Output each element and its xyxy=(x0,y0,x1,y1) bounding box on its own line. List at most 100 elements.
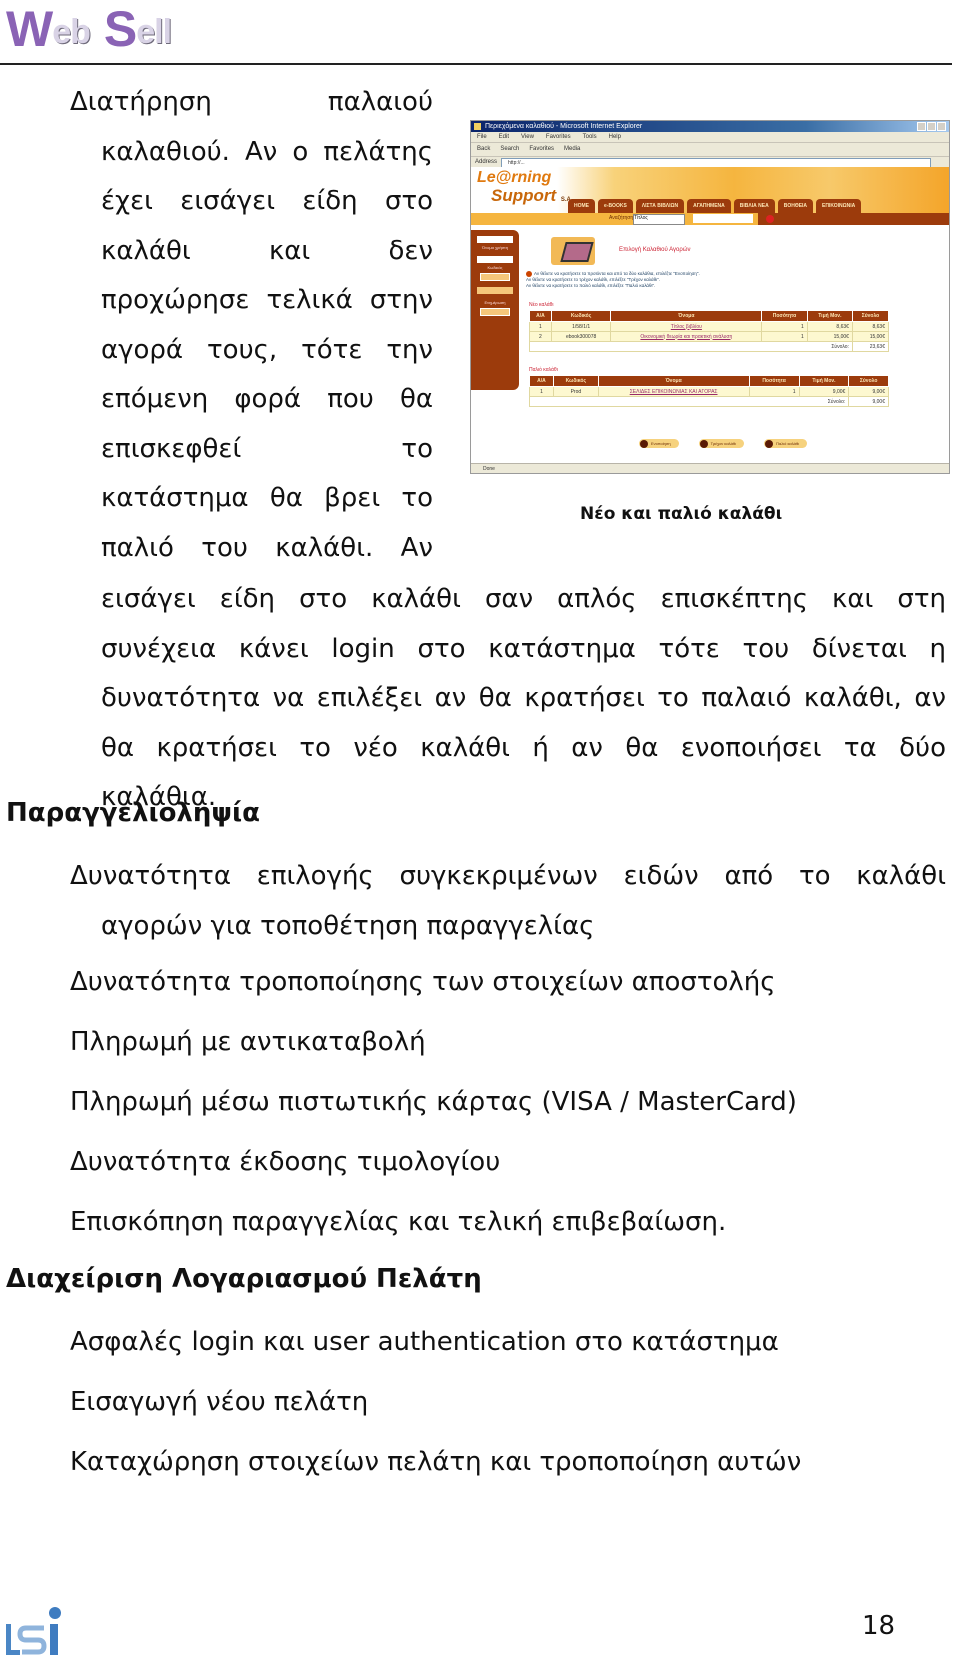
table-total-row: Σύνολο: 23,63€ xyxy=(529,341,890,352)
cart-screenshot-figure: Περιεχόμενα καλαθιού - Microsoft Interne… xyxy=(470,120,950,474)
paragraph-line: συνέχεια κάνει login στο κατάστημα τότε … xyxy=(101,633,946,664)
table-header-row: Α/Α Κωδικός Όνομα Ποσότητα Τιμή Μον. Σύν… xyxy=(529,375,889,387)
column-header: Κωδικός xyxy=(552,375,599,387)
isi-logo-dot xyxy=(49,1607,61,1619)
column-header: Όνομα xyxy=(597,375,750,387)
list-item: Καταχώρηση στοιχείων πελάτη και τροποποί… xyxy=(70,1447,802,1477)
new-cart-label: Νέο καλάθι xyxy=(529,302,554,308)
total-value: 9,00€ xyxy=(848,396,889,407)
table-cell: 1 xyxy=(761,321,808,332)
toolbar-back: Back xyxy=(477,146,491,152)
toolbar-favorites: Favorites xyxy=(529,146,555,152)
site-logo-word: Support xyxy=(491,186,557,205)
list-item: Εισαγωγή νέου πελάτη xyxy=(70,1387,369,1417)
column-header: Σύνολο xyxy=(851,310,890,322)
site-nav-item: ΒΟΗΘΕΙΑ xyxy=(777,199,814,213)
table-header-row: Α/Α Κωδικός Όνομα Ποσότητα Τιμή Μον. Σύν… xyxy=(529,310,890,322)
list-item: Πληρωμή με αντικαταβολή xyxy=(70,1027,426,1057)
old-cart-label: Παλιό καλάθι xyxy=(529,367,558,373)
cart-info-text: Αν θέλετε να κρατήσετε τα προϊόντα και α… xyxy=(526,271,700,289)
column-header: Κωδικός xyxy=(550,310,612,322)
list-item: Δυνατότητα επιλογής συγκεκριμένων ειδών … xyxy=(70,852,946,951)
paragraph-line: επισκεφθεί το xyxy=(101,433,433,464)
site-logo-line1: Le@rning xyxy=(477,169,552,186)
browser-title-bar: Περιεχόμενα καλαθιού - Microsoft Interne… xyxy=(471,121,949,132)
username-label: Όνομα χρήστη xyxy=(482,245,508,250)
column-header: Τιμή Μον. xyxy=(798,375,850,387)
list-item-text: Δυνατότητα επιλογής συγκεκριμένων ειδών … xyxy=(70,861,946,891)
logo-text-ell: ell xyxy=(136,13,172,51)
toolbar-media: Media xyxy=(564,146,581,152)
isi-logo xyxy=(6,1607,61,1655)
new-user-button xyxy=(477,287,513,294)
isi-logo-l-base xyxy=(6,1650,20,1655)
merge-carts-button: Ενοποίηση xyxy=(639,439,679,448)
table-row: 2 ebook300078 Οικονομική θεωρία και πρακ… xyxy=(529,331,890,342)
menu-favorites: Favorites xyxy=(545,134,571,140)
paragraph-line: καλαθιού. Αν ο πελάτης xyxy=(101,136,433,167)
list-item: Πληρωμή μέσω πιστωτικής κάρτας (VISA / M… xyxy=(70,1087,797,1117)
new-cart-table: Α/Α Κωδικός Όνομα Ποσότητα Τιμή Μον. Σύν… xyxy=(529,310,890,352)
old-cart-table: Α/Α Κωδικός Όνομα Ποσότητα Τιμή Μον. Σύν… xyxy=(528,375,889,407)
table-cell: 8,63€ xyxy=(851,321,890,332)
paragraph-line: επόμενη φορά που θα xyxy=(101,384,433,414)
search-label: Αναζήτηση: xyxy=(609,215,635,221)
figure-caption: Νέο και παλιό καλάθι xyxy=(580,504,783,524)
column-header: Τιμή Μον. xyxy=(806,310,853,322)
site-login-sidebar: Όνομα χρήστη Κωδικός Ενημέρωση xyxy=(471,230,519,390)
info-line: Αν θέλετε να κρατήσετε τα προϊόντα και α… xyxy=(534,271,700,277)
password-field xyxy=(477,256,513,263)
table-cell: 1/58/1/1 xyxy=(550,321,612,332)
table-cell: 1 xyxy=(761,331,808,342)
table-row: 1 Prod ΣΕΛΙΔΕΣ ΕΠΙΚΟΙΝΩΝΙΑΣ ΚΑΙ ΑΓΟΡΑΣ 1… xyxy=(529,386,889,397)
product-link: Οικονομική θεωρία και πρακτική ανάλυση xyxy=(610,331,763,342)
header-divider xyxy=(0,63,952,65)
table-cell: 8,63€ xyxy=(806,321,853,332)
browser-toolbar: Back Search Favorites Media xyxy=(471,143,949,157)
column-header: Α/Α xyxy=(529,375,554,387)
site-nav-item: e-BOOKS xyxy=(598,199,633,213)
paragraph-line: δυνατότητα να επιλέξει αν θα κρατήσει το… xyxy=(101,683,946,713)
paragraph-line: έχει εισάγει είδη στο xyxy=(101,186,433,216)
info-line: Αν θέλετε να κρατήσετε το παλιό καλάθι, … xyxy=(526,283,656,289)
search-input xyxy=(693,214,753,223)
paragraph-line: θα κρατήσει το νέο καλάθι ή αν θα ενοποι… xyxy=(101,732,946,763)
menu-file: File xyxy=(477,134,487,140)
browser-status-bar: Done xyxy=(471,463,949,473)
site-banner: Le@rning Support S.A. HOME e-BOOKS ΛΙΣΤΑ… xyxy=(471,167,949,213)
window-title: Περιεχόμενα καλαθιού - Microsoft Interne… xyxy=(485,123,643,130)
list-item: Επισκόπηση παραγγελίας και τελική επιβεβ… xyxy=(70,1207,727,1237)
maximize-icon xyxy=(927,122,936,131)
sidebar-action-button xyxy=(480,308,510,316)
site-content: Le@rning Support S.A. HOME e-BOOKS ΛΙΣΤΑ… xyxy=(471,167,949,463)
site-nav-item: ΒΙΒΛΙΑ ΝΕΑ xyxy=(733,199,775,213)
paragraph-line: προχώρησε τελικά στην xyxy=(101,285,433,315)
cart-page-title: Επιλογή Καλαθιού Αγορών xyxy=(619,247,691,253)
paragraph-line: Διατήρηση παλαιού xyxy=(70,87,433,117)
page-number: 18 xyxy=(862,1611,896,1641)
column-header: Ποσότητα xyxy=(761,310,808,322)
menu-tools: Tools xyxy=(582,134,597,140)
sidebar-info-label: Ενημέρωση xyxy=(484,300,506,305)
websell-logo: W eb S ell xyxy=(6,0,172,57)
table-cell: 9,00€ xyxy=(848,386,889,397)
column-header: Α/Α xyxy=(529,310,552,322)
logo-letter-s: S xyxy=(103,1,137,57)
cart-retention-paragraph: Διατήρηση παλαιού καλαθιού. Αν ο πελάτης… xyxy=(70,78,433,573)
paragraph-line: καλάθι και δεν xyxy=(101,235,433,266)
product-link: Τίτλος βιβλίου xyxy=(610,321,763,332)
table-cell: 2 xyxy=(529,331,552,342)
search-go-icon xyxy=(766,215,774,223)
paragraph-line: αγορά τους, τότε την xyxy=(101,334,433,365)
list-item: Δυνατότητα έκδοσης τιμολογίου xyxy=(70,1147,501,1177)
site-nav: HOME e-BOOKS ΛΙΣΤΑ ΒΙΒΛΙΩΝ ΑΓΑΠΗΜΕΝΑ ΒΙΒ… xyxy=(568,199,862,213)
table-cell: 15,00€ xyxy=(851,331,890,342)
table-cell: ebook300078 xyxy=(550,331,612,342)
ie-icon xyxy=(474,123,481,130)
password-label: Κωδικός xyxy=(487,265,503,270)
address-field: http://... xyxy=(501,157,931,168)
site-search-bar: Αναζήτηση: Τίτλος xyxy=(471,213,949,225)
table-cell: 1 xyxy=(529,386,554,397)
table-cell: 1 xyxy=(529,321,552,332)
menu-help: Help xyxy=(608,134,621,140)
